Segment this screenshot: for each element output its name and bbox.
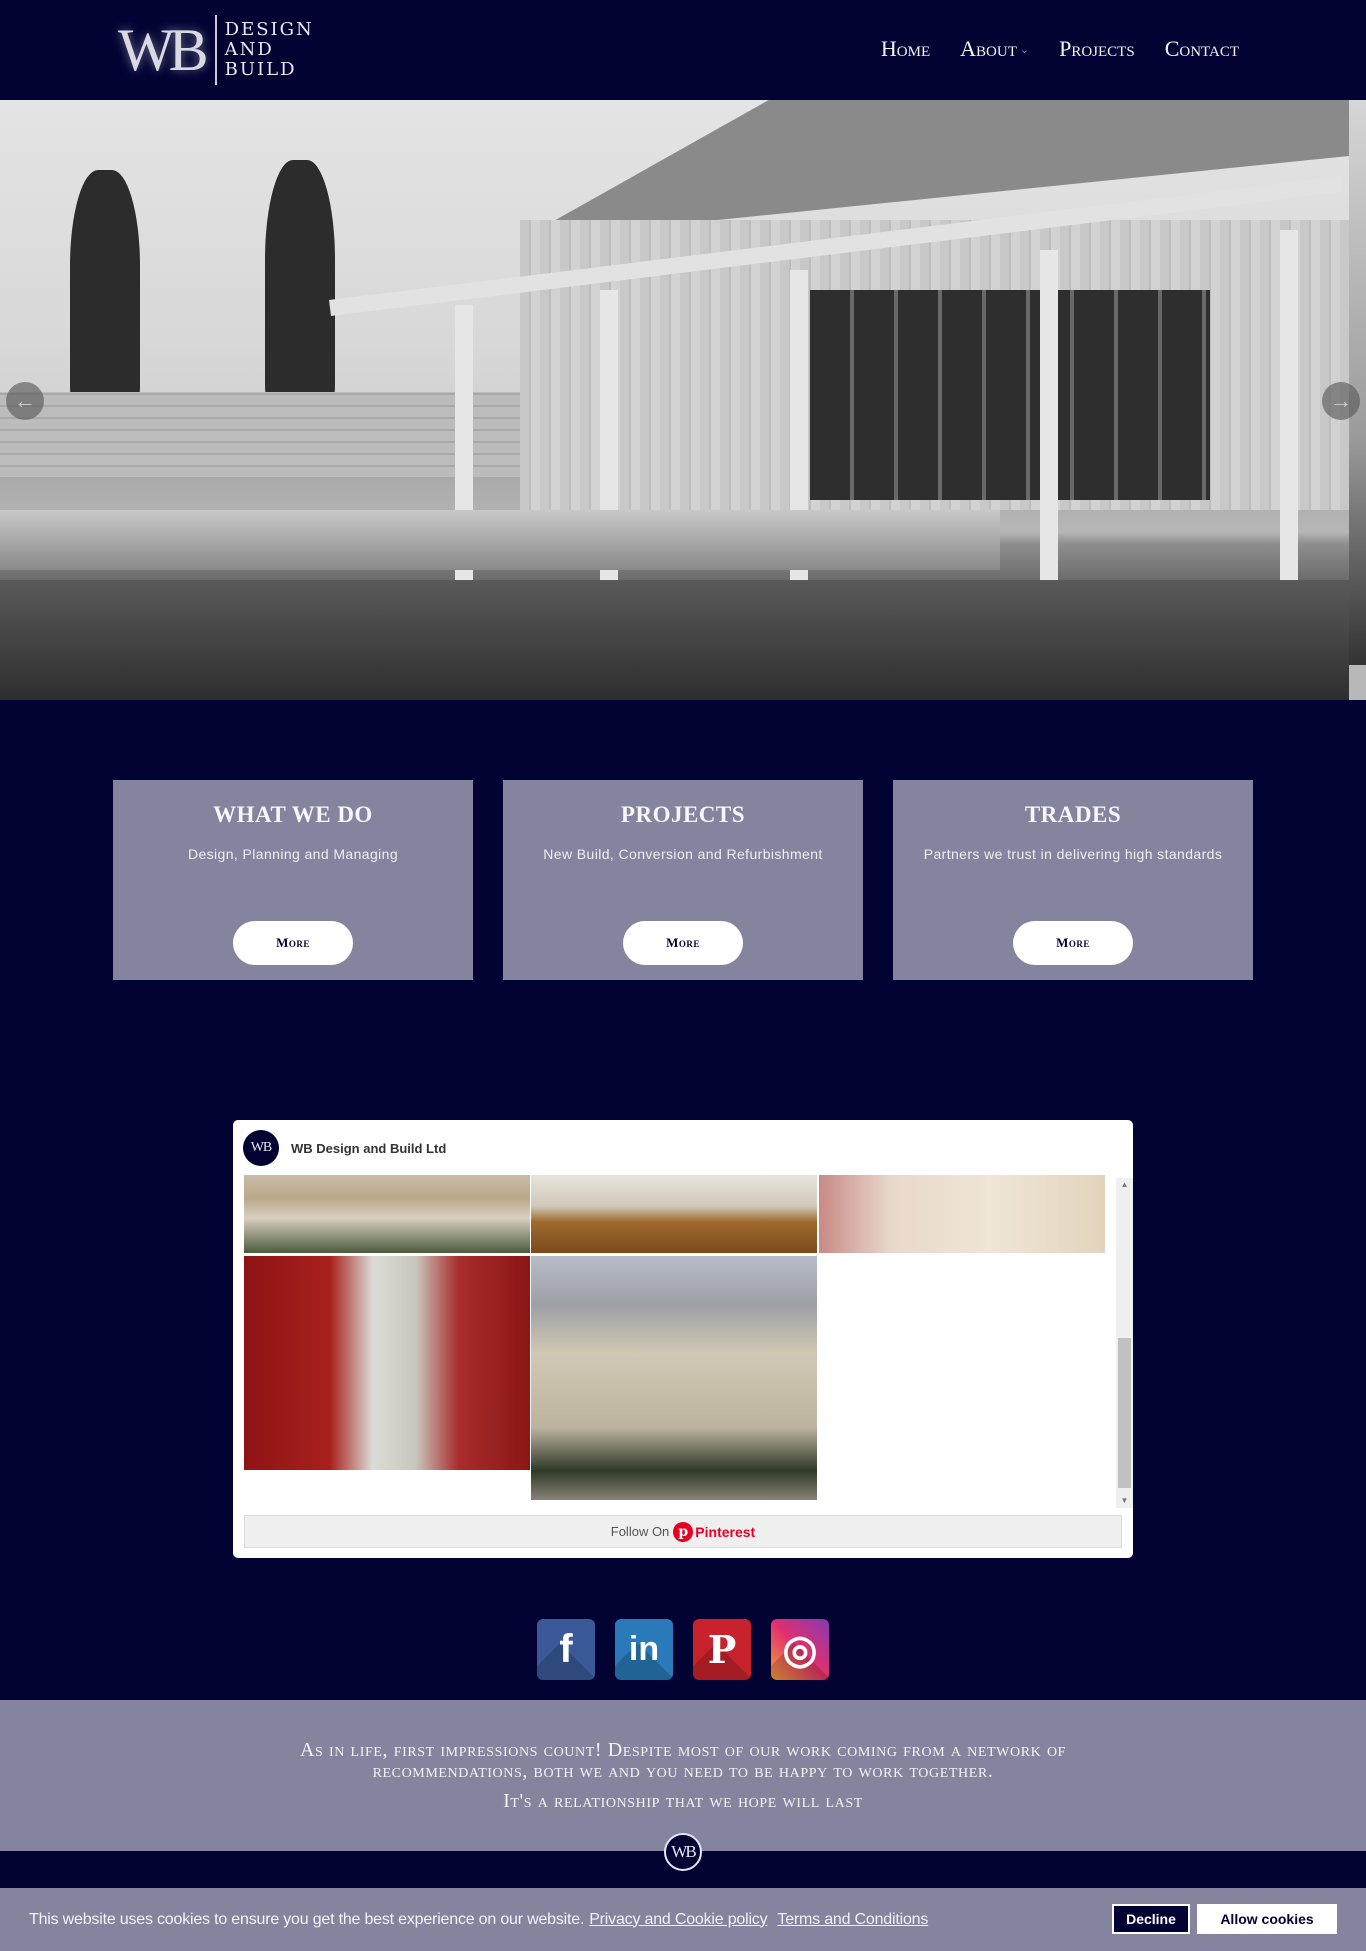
facebook-icon: f (559, 1627, 573, 1671)
hero-lawn (0, 580, 1349, 700)
slider-next-button[interactable]: → (1322, 382, 1360, 420)
nav-about-label: About (960, 36, 1017, 61)
hero-pool (0, 510, 1000, 570)
profile-name[interactable]: WB Design and Build Ltd (291, 1141, 446, 1156)
quote-line-1: As in life, first impressions count! Des… (299, 1739, 1067, 1761)
logo-text: DESIGN AND BUILD (225, 20, 314, 80)
linkedin-link[interactable]: in (615, 1619, 673, 1680)
card-title: TRADES (1024, 802, 1122, 827)
pinterest-widget: WB WB Design and Build Ltd ▲ ▼ Follow On… (233, 1120, 1133, 1558)
instagram-link[interactable]: ◎ (771, 1619, 829, 1680)
nav-about[interactable]: About ⌄ (960, 36, 1029, 62)
hero-glass-doors (810, 290, 1210, 500)
page: WB DESIGN AND BUILD Home About ⌄ Projects… (0, 0, 1366, 1951)
nav-contact[interactable]: Contact (1165, 36, 1239, 62)
pin-image-bay-window[interactable] (244, 1256, 530, 1470)
nav-contact-label: Contact (1164, 36, 1239, 61)
card-what-we-do: WHAT WE DO Design, Planning and Managing… (113, 780, 473, 980)
hero-post (1040, 250, 1058, 600)
pin-image-hallway[interactable] (819, 1175, 1105, 1253)
nav-home[interactable]: Home (881, 36, 930, 62)
card-trades: TRADES Partners we trust in delivering h… (893, 780, 1253, 980)
card-title: PROJECTS (620, 802, 746, 827)
wb-badge-logo: WB (664, 1833, 702, 1871)
hero-tree (265, 160, 335, 410)
cookie-message: This website uses cookies to ensure you … (29, 1910, 585, 1928)
arrow-right-icon: → (1330, 388, 1352, 413)
hero-tree (70, 170, 140, 410)
card-projects: PROJECTS New Build, Conversion and Refur… (503, 780, 863, 980)
hero-stone-wall (0, 392, 520, 477)
pinterest-profile-header[interactable]: WB WB Design and Build Ltd (243, 1130, 446, 1166)
cookie-consent-bar: This website uses cookies to ensure you … (0, 1888, 1366, 1951)
pin-image-manor-house[interactable] (531, 1256, 817, 1500)
main-nav: Home About ⌄ Projects Contact (881, 36, 1239, 62)
follow-label: Follow On (610, 1524, 670, 1539)
linkedin-icon: in (628, 1630, 660, 1668)
nav-projects-label: Projects (1059, 36, 1135, 61)
more-button[interactable]: More (623, 921, 743, 965)
hero-roof (520, 100, 1349, 240)
logo[interactable]: WB DESIGN AND BUILD (118, 14, 314, 86)
logo-line-build: BUILD (224, 59, 297, 80)
hero-next-slide-peek (1349, 100, 1366, 665)
card-title: WHAT WE DO (213, 802, 373, 827)
pinterest-icon: P (707, 1627, 737, 1672)
logo-line-design: DESIGN (224, 19, 314, 40)
decline-cookies-button[interactable]: Decline (1112, 1904, 1190, 1934)
logo-line-and: AND (224, 39, 274, 60)
chevron-down-icon: ⌄ (1019, 43, 1030, 56)
facebook-link[interactable]: f (537, 1619, 595, 1680)
logo-mark: WB (118, 17, 209, 83)
nav-projects[interactable]: Projects (1059, 36, 1135, 62)
quote-band: As in life, first impressions count! Des… (0, 1700, 1366, 1851)
slider-prev-button[interactable]: ← (6, 382, 44, 420)
hero-slide-image (0, 100, 1349, 700)
scroll-up-icon[interactable]: ▲ (1116, 1178, 1133, 1192)
card-description: Partners we trust in delivering high sta… (923, 846, 1223, 862)
quote-line-2: recommendations, both we and you need to… (372, 1760, 994, 1782)
hero-post (1280, 230, 1298, 600)
pinterest-scrollbar[interactable]: ▲ ▼ (1116, 1178, 1133, 1508)
pin-image-games-room[interactable] (531, 1175, 817, 1253)
nav-home-label: Home (880, 36, 931, 61)
more-button[interactable]: More (1013, 921, 1133, 965)
instagram-icon: ◎ (782, 1627, 818, 1672)
pinterest-logo-icon: p (673, 1521, 694, 1542)
site-header: WB DESIGN AND BUILD Home About ⌄ Projects… (0, 0, 1366, 100)
hero-slider: ← → (0, 100, 1366, 700)
quote-line-3: It's a relationship that we hope will la… (503, 1790, 863, 1812)
follow-on-pinterest-button[interactable]: Follow On p Pinterest (244, 1515, 1122, 1548)
pin-image-garages[interactable] (244, 1175, 530, 1253)
privacy-policy-link[interactable]: Privacy and Cookie policy (589, 1911, 767, 1929)
pinterest-brand: Pinterest (695, 1523, 756, 1540)
profile-avatar: WB (243, 1130, 279, 1166)
more-button[interactable]: More (233, 921, 353, 965)
terms-link[interactable]: Terms and Conditions (777, 1911, 928, 1929)
allow-cookies-button[interactable]: Allow cookies (1197, 1904, 1337, 1934)
card-description: Design, Planning and Managing (187, 846, 399, 862)
card-description: New Build, Conversion and Refurbishment (543, 846, 823, 862)
scroll-down-icon[interactable]: ▼ (1116, 1494, 1133, 1508)
scrollbar-thumb[interactable] (1118, 1338, 1131, 1488)
arrow-left-icon: ← (14, 388, 36, 413)
logo-divider (214, 15, 217, 85)
pinterest-link[interactable]: P (693, 1619, 751, 1680)
